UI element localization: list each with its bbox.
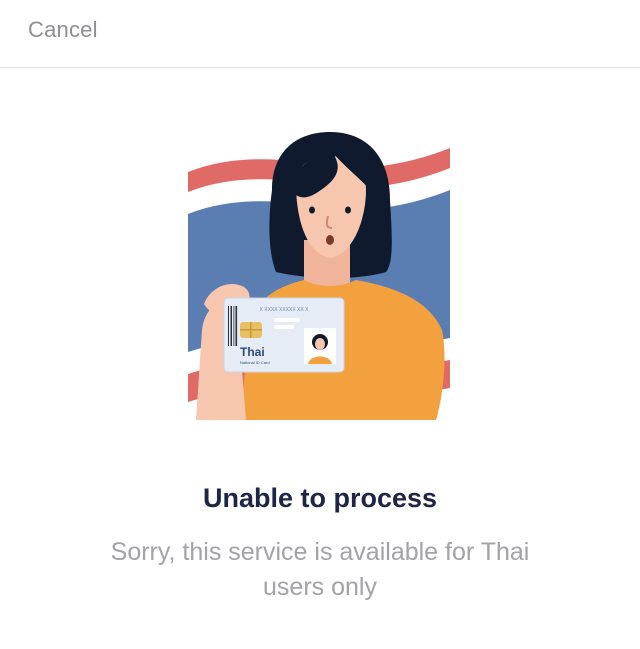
card-subtitle-text: National ID Card [240, 360, 270, 365]
cancel-button[interactable]: Cancel [28, 16, 98, 44]
id-card-icon: X XXXX XXXXX XX X Thai National ID Card [223, 297, 345, 373]
card-title-text: Thai [240, 345, 265, 359]
error-message: Sorry, this service is available for Tha… [110, 538, 530, 601]
page-title: Unable to process [202, 483, 438, 513]
card-number-text: X XXXX XXXXX XX X [260, 307, 310, 313]
thai-id-card-illustration: X XXXX XXXXX XX X Thai National ID Card [180, 130, 460, 420]
top-bar: Cancel [0, 0, 640, 68]
